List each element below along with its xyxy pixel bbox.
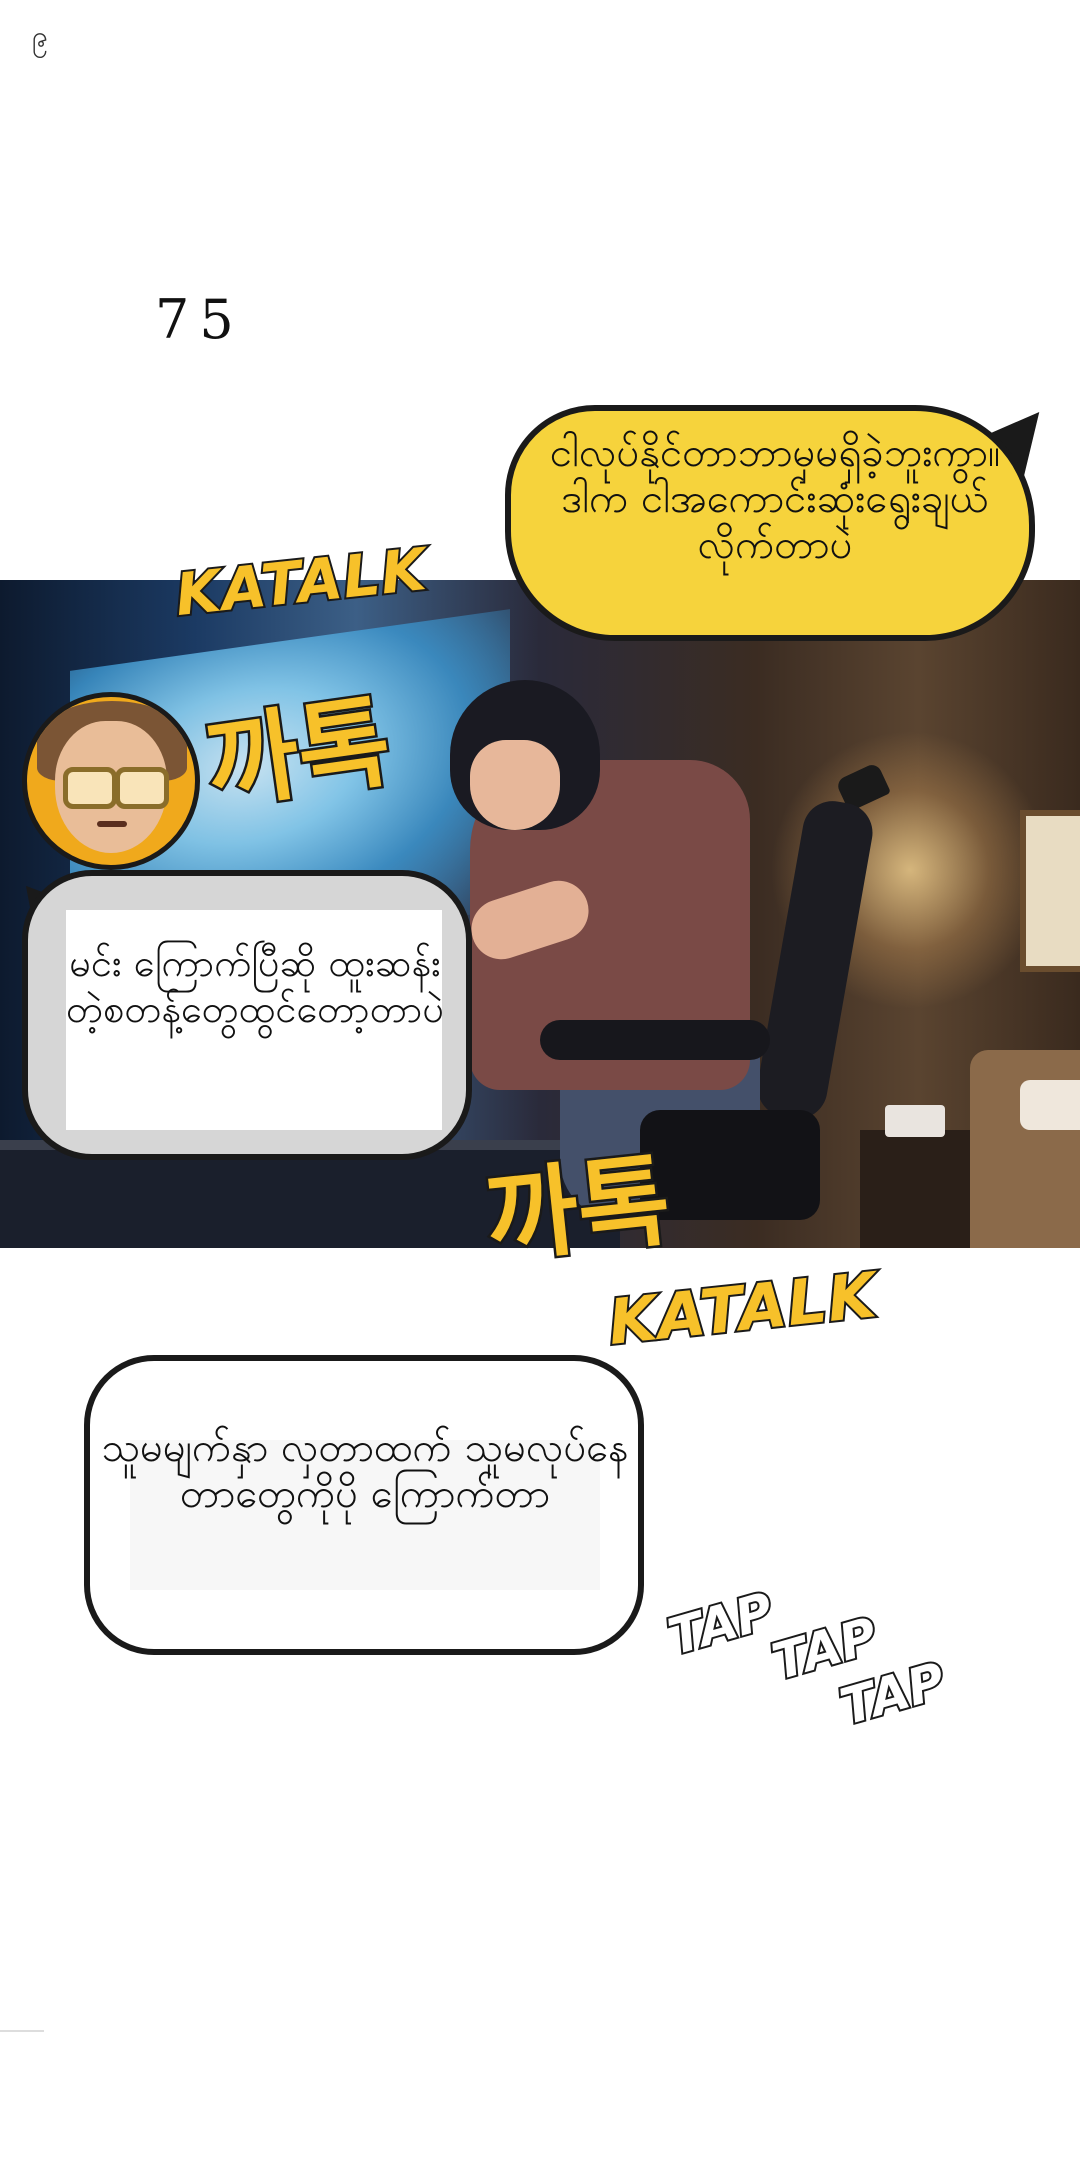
sfx-katalk: KATALK <box>603 1256 882 1361</box>
glasses-icon <box>63 767 117 809</box>
page-number: 75 <box>155 288 244 351</box>
glasses-icon <box>115 767 169 809</box>
corner-mark: ၉ <box>32 20 48 53</box>
divider <box>0 2030 44 2032</box>
speech-bubble-yellow-text: ငါလုပ်နိုင်တာဘာမှမရှိခဲ့ဘူးကွာ။ဒါက ငါအကေ… <box>549 430 1001 568</box>
tissue-box <box>885 1105 945 1137</box>
pillow <box>1020 1080 1080 1130</box>
character-face <box>470 740 560 830</box>
wall-frame <box>1020 810 1080 972</box>
sfx-kkatok: 까톡 <box>478 1139 678 1280</box>
chair-arm <box>540 1020 770 1060</box>
speech-bubble-bottom-text: သူမမျက်နှာ လှတာထက် သူမလုပ်နေတာတွေကိုပို … <box>101 1425 629 1517</box>
sfx-tap: TAP <box>660 1580 781 1669</box>
sfx-kkatok: 까톡 <box>197 680 400 826</box>
nightstand <box>860 1130 970 1248</box>
avatar-mouth <box>97 821 127 827</box>
avatar <box>22 692 200 870</box>
speech-bubble-left-text: မင်း ကြောက်ပြီဆို ထူးဆန်းတဲ့စတန့်တွေထွင်… <box>65 941 445 1031</box>
